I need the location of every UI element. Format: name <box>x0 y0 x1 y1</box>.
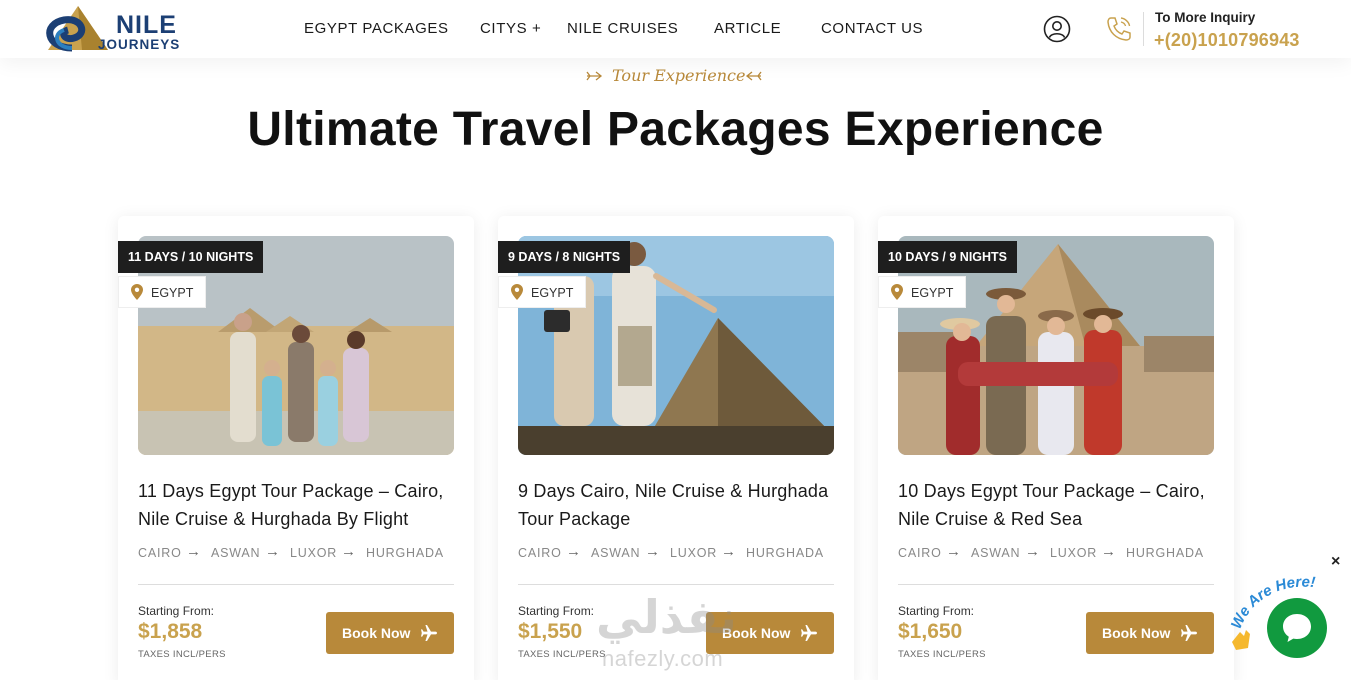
package-title[interactable]: 10 Days Egypt Tour Package – Cairo, Nile… <box>898 477 1218 533</box>
route-stop: CAIRO <box>518 546 562 560</box>
nav-egypt-packages[interactable]: EGYPT PACKAGES <box>304 20 449 37</box>
package-card[interactable]: 9 DAYS / 8 NIGHTS EGYPT 9 Days Cairo, Ni… <box>498 216 854 680</box>
book-now-label: Book Now <box>342 625 411 641</box>
section-title: Ultimate Travel Packages Experience <box>247 103 1104 156</box>
waving-hand-icon <box>1232 630 1250 650</box>
arrow-left-deco-icon <box>586 71 603 81</box>
arrow-right-deco-icon <box>745 71 762 81</box>
location-badge: EGYPT <box>118 276 207 308</box>
location-badge: EGYPT <box>878 276 967 308</box>
package-price: $1,550 <box>518 620 583 643</box>
route-stop: ASWAN <box>211 546 261 560</box>
duration-badge: 9 DAYS / 8 NIGHTS <box>498 241 631 273</box>
package-title[interactable]: 11 Days Egypt Tour Package – Cairo, Nile… <box>138 477 458 533</box>
nav-contact-us[interactable]: CONTACT US <box>821 20 923 37</box>
book-now-button[interactable]: Book Now <box>326 612 454 654</box>
tax-note: TAXES INCL/PERS <box>898 649 986 660</box>
site-header: NILE JOURNEYS EGYPT PACKAGES CITYS + NIL… <box>0 0 1351 58</box>
route-stop: ASWAN <box>591 546 641 560</box>
tax-note: TAXES INCL/PERS <box>518 649 606 660</box>
route-stop: CAIRO <box>898 546 942 560</box>
package-card[interactable]: 10 DAYS / 9 NIGHTS EGYPT 10 Days Egypt T… <box>878 216 1234 680</box>
logo-text-nile: NILE <box>116 11 177 39</box>
card-divider <box>898 584 1214 585</box>
book-now-button[interactable]: Book Now <box>706 612 834 654</box>
book-now-button[interactable]: Book Now <box>1086 612 1214 654</box>
nav-article[interactable]: ARTICLE <box>714 20 781 37</box>
starting-from-label: Starting From: <box>138 604 215 618</box>
card-divider <box>518 584 834 585</box>
arrow-right-icon: → <box>265 543 281 560</box>
package-card[interactable]: 11 DAYS / 10 NIGHTS EGYPT 11 Days Egypt … <box>118 216 474 680</box>
route-stop: LUXOR <box>670 546 718 560</box>
route-stop: HURGHADA <box>746 546 824 560</box>
tax-note: TAXES INCL/PERS <box>138 649 226 660</box>
duration-badge: 11 DAYS / 10 NIGHTS <box>118 241 264 273</box>
location-badge: EGYPT <box>498 276 587 308</box>
arrow-right-icon: → <box>186 543 202 560</box>
route-list: CAIRO → ASWAN → LUXOR → HURGHADA <box>138 543 458 564</box>
arrow-right-icon: → <box>721 543 737 560</box>
brand-logo[interactable]: NILE JOURNEYS <box>42 4 202 54</box>
duration-badge: 10 DAYS / 9 NIGHTS <box>878 241 1018 273</box>
inquiry-phone-number[interactable]: +(20)1010796943 <box>1154 30 1300 51</box>
location-pin-icon <box>891 284 903 300</box>
route-stop: ASWAN <box>971 546 1021 560</box>
location-text: EGYPT <box>531 286 574 300</box>
chat-bubble-icon <box>1283 614 1311 642</box>
location-text: EGYPT <box>151 286 194 300</box>
route-list: CAIRO → ASWAN → LUXOR → HURGHADA <box>518 543 838 564</box>
arrow-right-icon: → <box>1101 543 1117 560</box>
phone-icon <box>1107 17 1131 41</box>
package-title[interactable]: 9 Days Cairo, Nile Cruise & Hurghada Tou… <box>518 477 838 533</box>
book-now-label: Book Now <box>722 625 791 641</box>
book-now-label: Book Now <box>1102 625 1171 641</box>
starting-from-label: Starting From: <box>518 604 595 618</box>
route-stop: LUXOR <box>290 546 338 560</box>
location-pin-icon <box>131 284 143 300</box>
route-stop: HURGHADA <box>1126 546 1204 560</box>
card-divider <box>138 584 454 585</box>
chat-open-button[interactable] <box>1267 598 1327 658</box>
eyebrow-text: Tour Experience <box>612 66 746 85</box>
nav-nile-cruises[interactable]: NILE CRUISES <box>567 20 678 37</box>
header-divider <box>1143 12 1144 46</box>
starting-from-label: Starting From: <box>898 604 975 618</box>
location-text: EGYPT <box>911 286 954 300</box>
airplane-icon <box>801 625 817 641</box>
package-price: $1,858 <box>138 620 203 643</box>
arrow-right-icon: → <box>645 543 661 560</box>
airplane-icon <box>1181 625 1197 641</box>
arrow-right-icon: → <box>1025 543 1041 560</box>
route-stop: HURGHADA <box>366 546 444 560</box>
inquiry-label: To More Inquiry <box>1155 10 1256 25</box>
route-stop: CAIRO <box>138 546 182 560</box>
route-stop: LUXOR <box>1050 546 1098 560</box>
airplane-icon <box>421 625 437 641</box>
package-price: $1,650 <box>898 620 963 643</box>
logo-text-journeys: JOURNEYS <box>98 37 181 52</box>
location-pin-icon <box>511 284 523 300</box>
user-account-icon[interactable] <box>1043 15 1071 43</box>
arrow-right-icon: → <box>566 543 582 560</box>
arrow-right-icon: → <box>341 543 357 560</box>
arrow-right-icon: → <box>946 543 962 560</box>
section-eyebrow: Tour Experience <box>585 64 765 90</box>
nav-citys[interactable]: CITYS + <box>480 20 541 37</box>
route-list: CAIRO → ASWAN → LUXOR → HURGHADA <box>898 543 1218 564</box>
